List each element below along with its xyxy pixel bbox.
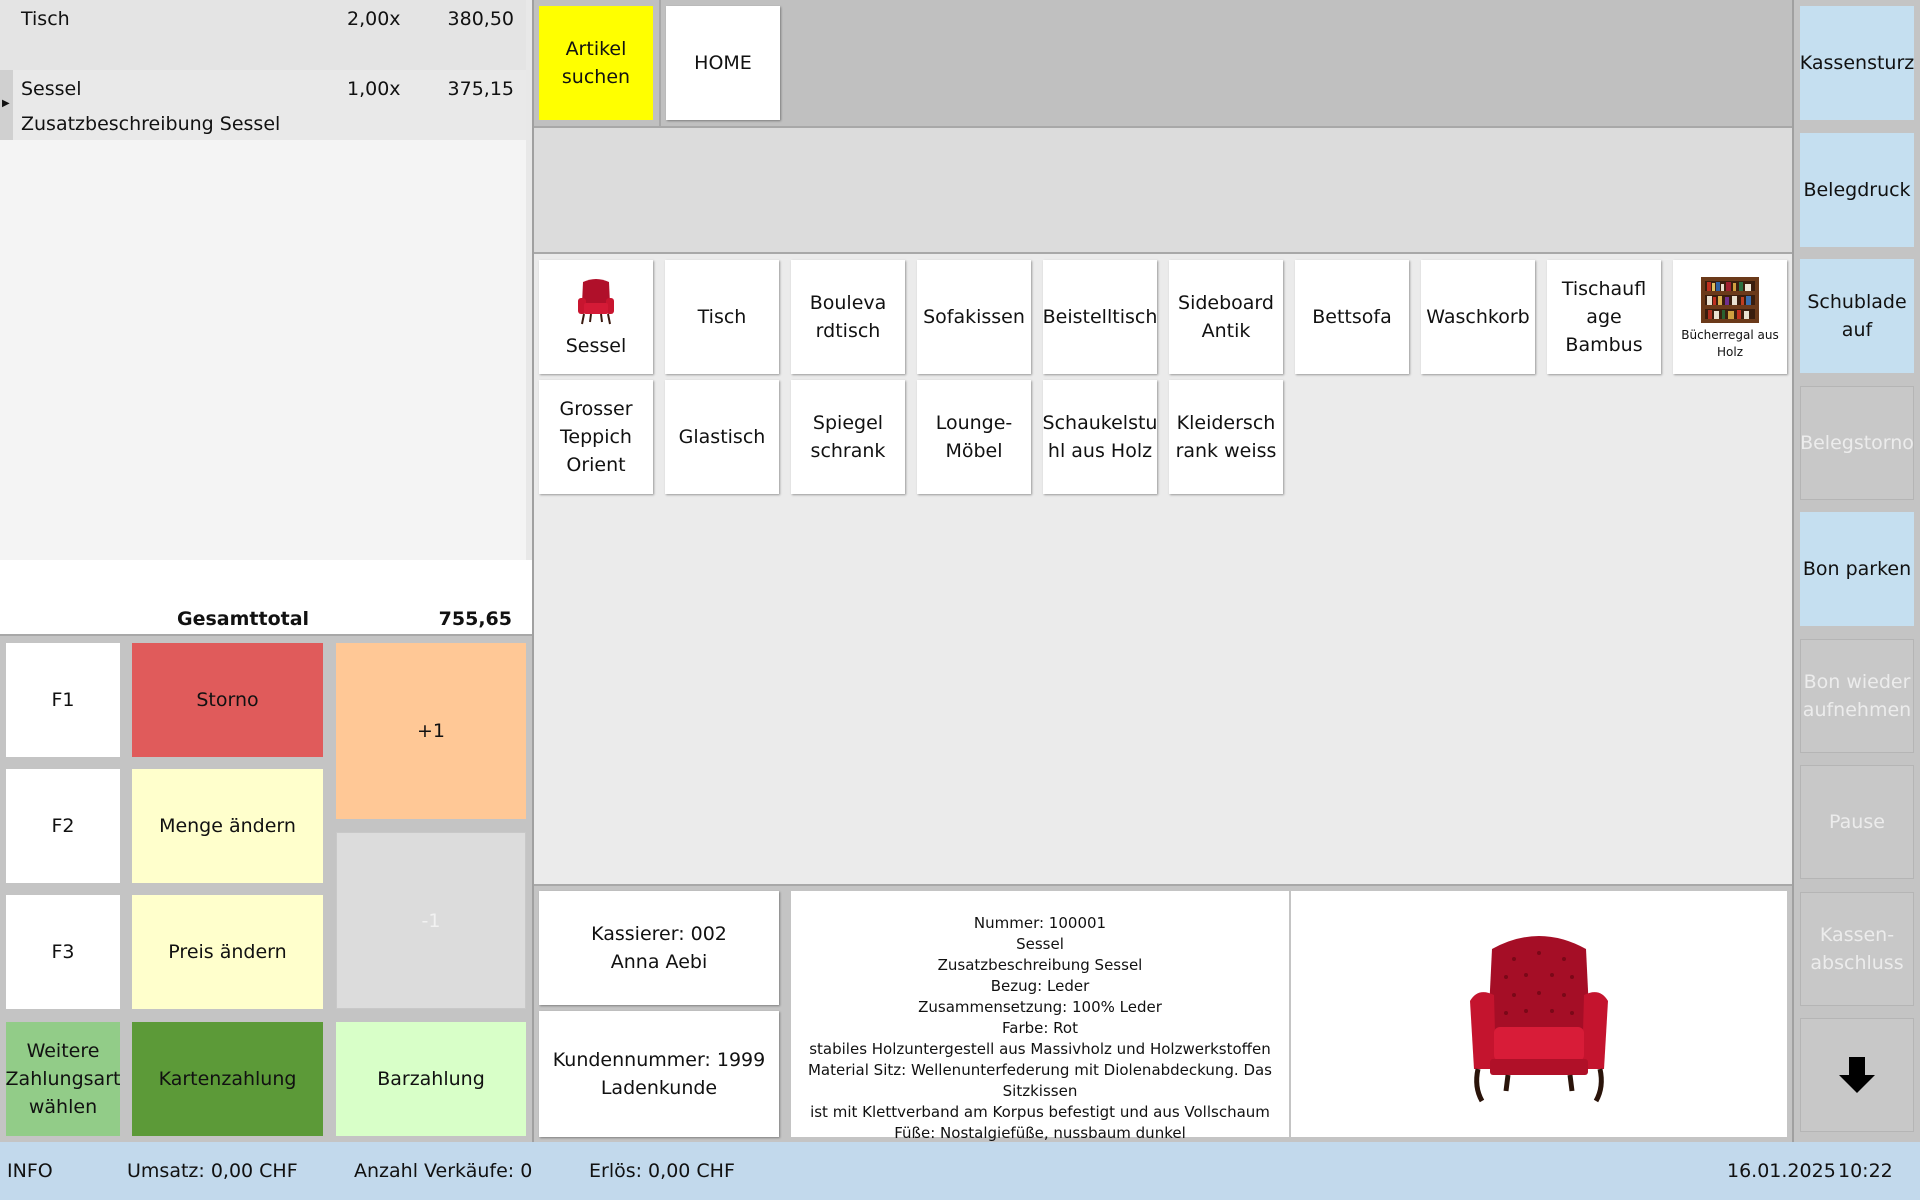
open-drawer-button[interactable]: Schublade auf — [1800, 259, 1914, 373]
f1-button[interactable]: F1 — [6, 643, 120, 757]
article-tile-boulevardtisch[interactable]: Bouleva rdtisch — [791, 260, 905, 374]
status-bar: INFO Umsatz: 0,00 CHF Anzahl Verkäufe: 0… — [0, 1142, 1920, 1200]
receipt-panel: Tisch 2,00x 380,50 ▶ Sessel 1,00x 375,15… — [0, 0, 532, 560]
line-name: Tisch — [21, 8, 70, 30]
armchair-image-icon — [1470, 936, 1608, 1103]
cash-close-button[interactable]: Kassen- abschluss — [1800, 892, 1914, 1006]
article-tile-lounge[interactable]: Lounge- Möbel — [917, 380, 1031, 494]
change-quantity-button[interactable]: Menge ändern — [132, 769, 323, 883]
article-tile-waschkorb[interactable]: Waschkorb — [1421, 260, 1535, 374]
line-amount: 380,50 — [447, 8, 514, 30]
home-button[interactable]: HOME — [666, 6, 780, 120]
total-label: Gesamttotal — [177, 608, 310, 630]
article-tile-glastisch[interactable]: Glastisch — [665, 380, 779, 494]
other-payment-button[interactable]: Weitere Zahlungsart wählen — [6, 1022, 120, 1136]
article-tile-sessel[interactable]: Sessel — [539, 260, 653, 374]
change-price-button[interactable]: Preis ändern — [132, 895, 323, 1009]
receipt-cancel-button[interactable]: Belegstorno — [1800, 386, 1914, 500]
line-name: Sessel — [21, 78, 82, 100]
nav-divider — [659, 0, 661, 126]
arrow-down-icon — [1839, 1057, 1875, 1093]
article-details-text: Nummer: 100001 Sessel Zusatzbeschreibung… — [807, 914, 1273, 1142]
status-time: 10:22 — [1838, 1160, 1893, 1182]
article-tile-tischauflage[interactable]: Tischaufl age Bambus — [1547, 260, 1661, 374]
status-info-label: INFO — [7, 1160, 53, 1182]
vertical-separator — [1792, 0, 1794, 1142]
bookshelf-icon — [1701, 277, 1759, 323]
pause-button[interactable]: Pause — [1800, 765, 1914, 879]
article-search-button[interactable]: Artikel suchen — [539, 6, 653, 120]
article-details: Nummer: 100001 Sessel Zusatzbeschreibung… — [791, 891, 1289, 1142]
scroll-down-button[interactable] — [1800, 1018, 1914, 1132]
article-tile-bettsofa[interactable]: Bettsofa — [1295, 260, 1409, 374]
line-qty: 1,00x — [347, 78, 401, 100]
article-tile-beistelltisch[interactable]: Beistelltisch — [1043, 260, 1157, 374]
line-qty: 2,00x — [347, 8, 401, 30]
cashier-info: Kassierer: 002 Anna Aebi — [539, 891, 779, 1005]
line-amount: 375,15 — [447, 78, 514, 100]
customer-info[interactable]: Kundennummer: 1999 Ladenkunde — [539, 1011, 779, 1137]
status-date: 16.01.2025 — [1727, 1160, 1836, 1182]
total-row: Gesamttotal 755,65 — [0, 596, 532, 636]
receipt-print-button[interactable]: Belegdruck — [1800, 133, 1914, 247]
total-value: 755,65 — [438, 608, 512, 630]
receipt-line[interactable]: Tisch 2,00x 380,50 — [0, 0, 526, 70]
article-tile-schaukelstuhl[interactable]: Schaukelstu hl aus Holz — [1043, 380, 1157, 494]
cash-count-button[interactable]: Kassensturz — [1800, 6, 1914, 120]
park-receipt-button[interactable]: Bon parken — [1800, 512, 1914, 626]
article-image — [1291, 891, 1787, 1137]
article-tile-sofakissen[interactable]: Sofakissen — [917, 260, 1031, 374]
article-tile-buecherregal[interactable]: Bücherregal aus Holz — [1673, 260, 1787, 374]
card-payment-button[interactable]: Kartenzahlung — [132, 1022, 323, 1136]
subcategory-strip — [534, 128, 1792, 252]
line-description: Zusatzbeschreibung Sessel — [21, 113, 281, 135]
resume-receipt-button[interactable]: Bon wieder aufnehmen — [1800, 639, 1914, 753]
minus-one-button[interactable]: -1 — [336, 832, 526, 1009]
armchair-icon — [578, 279, 614, 325]
selected-row-arrow-icon: ▶ — [2, 98, 10, 109]
f2-button[interactable]: F2 — [6, 769, 120, 883]
status-sales-count: Anzahl Verkäufe: 0 — [354, 1160, 533, 1182]
status-revenue: Umsatz: 0,00 CHF — [127, 1160, 298, 1182]
article-tile-kleiderschrank[interactable]: Kleidersch rank weiss — [1169, 380, 1283, 494]
f3-button[interactable]: F3 — [6, 895, 120, 1009]
cash-payment-button[interactable]: Barzahlung — [336, 1022, 526, 1136]
plus-one-button[interactable]: +1 — [336, 643, 526, 819]
article-tile-tisch[interactable]: Tisch — [665, 260, 779, 374]
receipt-line-selected[interactable]: ▶ Sessel 1,00x 375,15 Zusatzbeschreibung… — [0, 70, 526, 140]
storno-button[interactable]: Storno — [132, 643, 323, 757]
article-tile-spiegelschrank[interactable]: Spiegel schrank — [791, 380, 905, 494]
article-tile-sideboard[interactable]: Sideboard Antik — [1169, 260, 1283, 374]
status-earnings: Erlös: 0,00 CHF — [589, 1160, 735, 1182]
article-tile-teppich[interactable]: Grosser Teppich Orient — [539, 380, 653, 494]
